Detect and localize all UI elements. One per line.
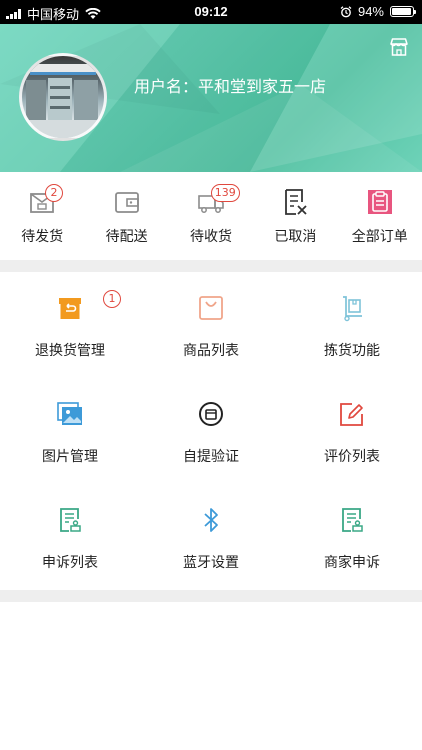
status-right: 94% xyxy=(340,4,416,19)
grid-item-picking[interactable]: 拣货功能 xyxy=(282,272,422,378)
order-label: 待发货 xyxy=(21,229,64,245)
order-pending-receipt[interactable]: 139 待收货 xyxy=(169,172,253,260)
badge-pending-receipt: 139 xyxy=(210,184,240,202)
bluetooth-icon xyxy=(204,508,218,532)
store-icon[interactable] xyxy=(388,36,410,58)
order-label: 待收货 xyxy=(189,229,232,245)
order-cancelled[interactable]: 已取消 xyxy=(253,172,337,260)
complaint-doc-icon xyxy=(60,508,81,532)
wallet-icon xyxy=(114,192,139,213)
clipboard-icon xyxy=(367,190,392,214)
grid-label: 商家申诉 xyxy=(324,555,380,571)
order-label: 已取消 xyxy=(274,229,317,245)
function-grid: 1 退换货管理 商品列表 拣货功能 图片管理 自提验证 评价列表 申诉列表 蓝牙… xyxy=(0,272,422,590)
section-divider-bottom xyxy=(0,590,422,602)
grid-label: 蓝牙设置 xyxy=(183,555,239,571)
cancelled-list-icon xyxy=(285,189,307,215)
alarm-icon xyxy=(340,5,352,17)
grid-label: 申诉列表 xyxy=(42,555,98,571)
section-divider xyxy=(0,260,422,272)
grid-label: 退换货管理 xyxy=(35,343,105,359)
grid-item-pickup-verify[interactable]: 自提验证 xyxy=(141,378,281,484)
badge-pending-shipment: 2 xyxy=(45,184,63,202)
order-status-row: 2 待发货 待配送 139 待收货 已取消 全部订单 xyxy=(0,172,422,260)
grid-item-complaints[interactable]: 申诉列表 xyxy=(0,484,140,590)
grid-item-reviews[interactable]: 评价列表 xyxy=(282,378,422,484)
edit-review-icon xyxy=(340,403,363,426)
battery-percent: 94% xyxy=(357,4,384,19)
grid-item-bluetooth[interactable]: 蓝牙设置 xyxy=(141,484,281,590)
verify-circle-icon xyxy=(199,402,223,426)
order-pending-shipment[interactable]: 2 待发货 xyxy=(0,172,84,260)
badge-returns: 1 xyxy=(103,290,121,308)
grid-item-returns[interactable]: 1 退换货管理 xyxy=(0,272,140,378)
avatar[interactable] xyxy=(19,53,107,141)
shopping-bag-icon xyxy=(199,296,223,320)
return-box-icon xyxy=(59,298,81,319)
grid-item-merchant-complaints[interactable]: 商家申诉 xyxy=(282,484,422,590)
grid-label: 拣货功能 xyxy=(324,343,380,359)
order-label: 待配送 xyxy=(105,229,148,245)
grid-item-images[interactable]: 图片管理 xyxy=(0,378,140,484)
order-all[interactable]: 全部订单 xyxy=(338,172,422,260)
grid-item-products[interactable]: 商品列表 xyxy=(141,272,281,378)
battery-icon xyxy=(390,6,416,17)
status-bar: 中国移动 09:12 94% xyxy=(0,0,422,24)
grid-label: 评价列表 xyxy=(324,449,380,465)
grid-label: 自提验证 xyxy=(183,449,239,465)
merchant-complaint-icon xyxy=(342,508,363,532)
hand-truck-icon xyxy=(343,296,362,322)
grid-label: 商品列表 xyxy=(183,343,239,359)
grid-label: 图片管理 xyxy=(42,449,98,465)
profile-header: 用户名：平和堂到家五一店 xyxy=(0,24,422,172)
order-pending-delivery[interactable]: 待配送 xyxy=(84,172,168,260)
order-label: 全部订单 xyxy=(351,229,408,245)
image-gallery-icon xyxy=(57,402,82,425)
username: 用户名：平和堂到家五一店 xyxy=(134,77,327,96)
